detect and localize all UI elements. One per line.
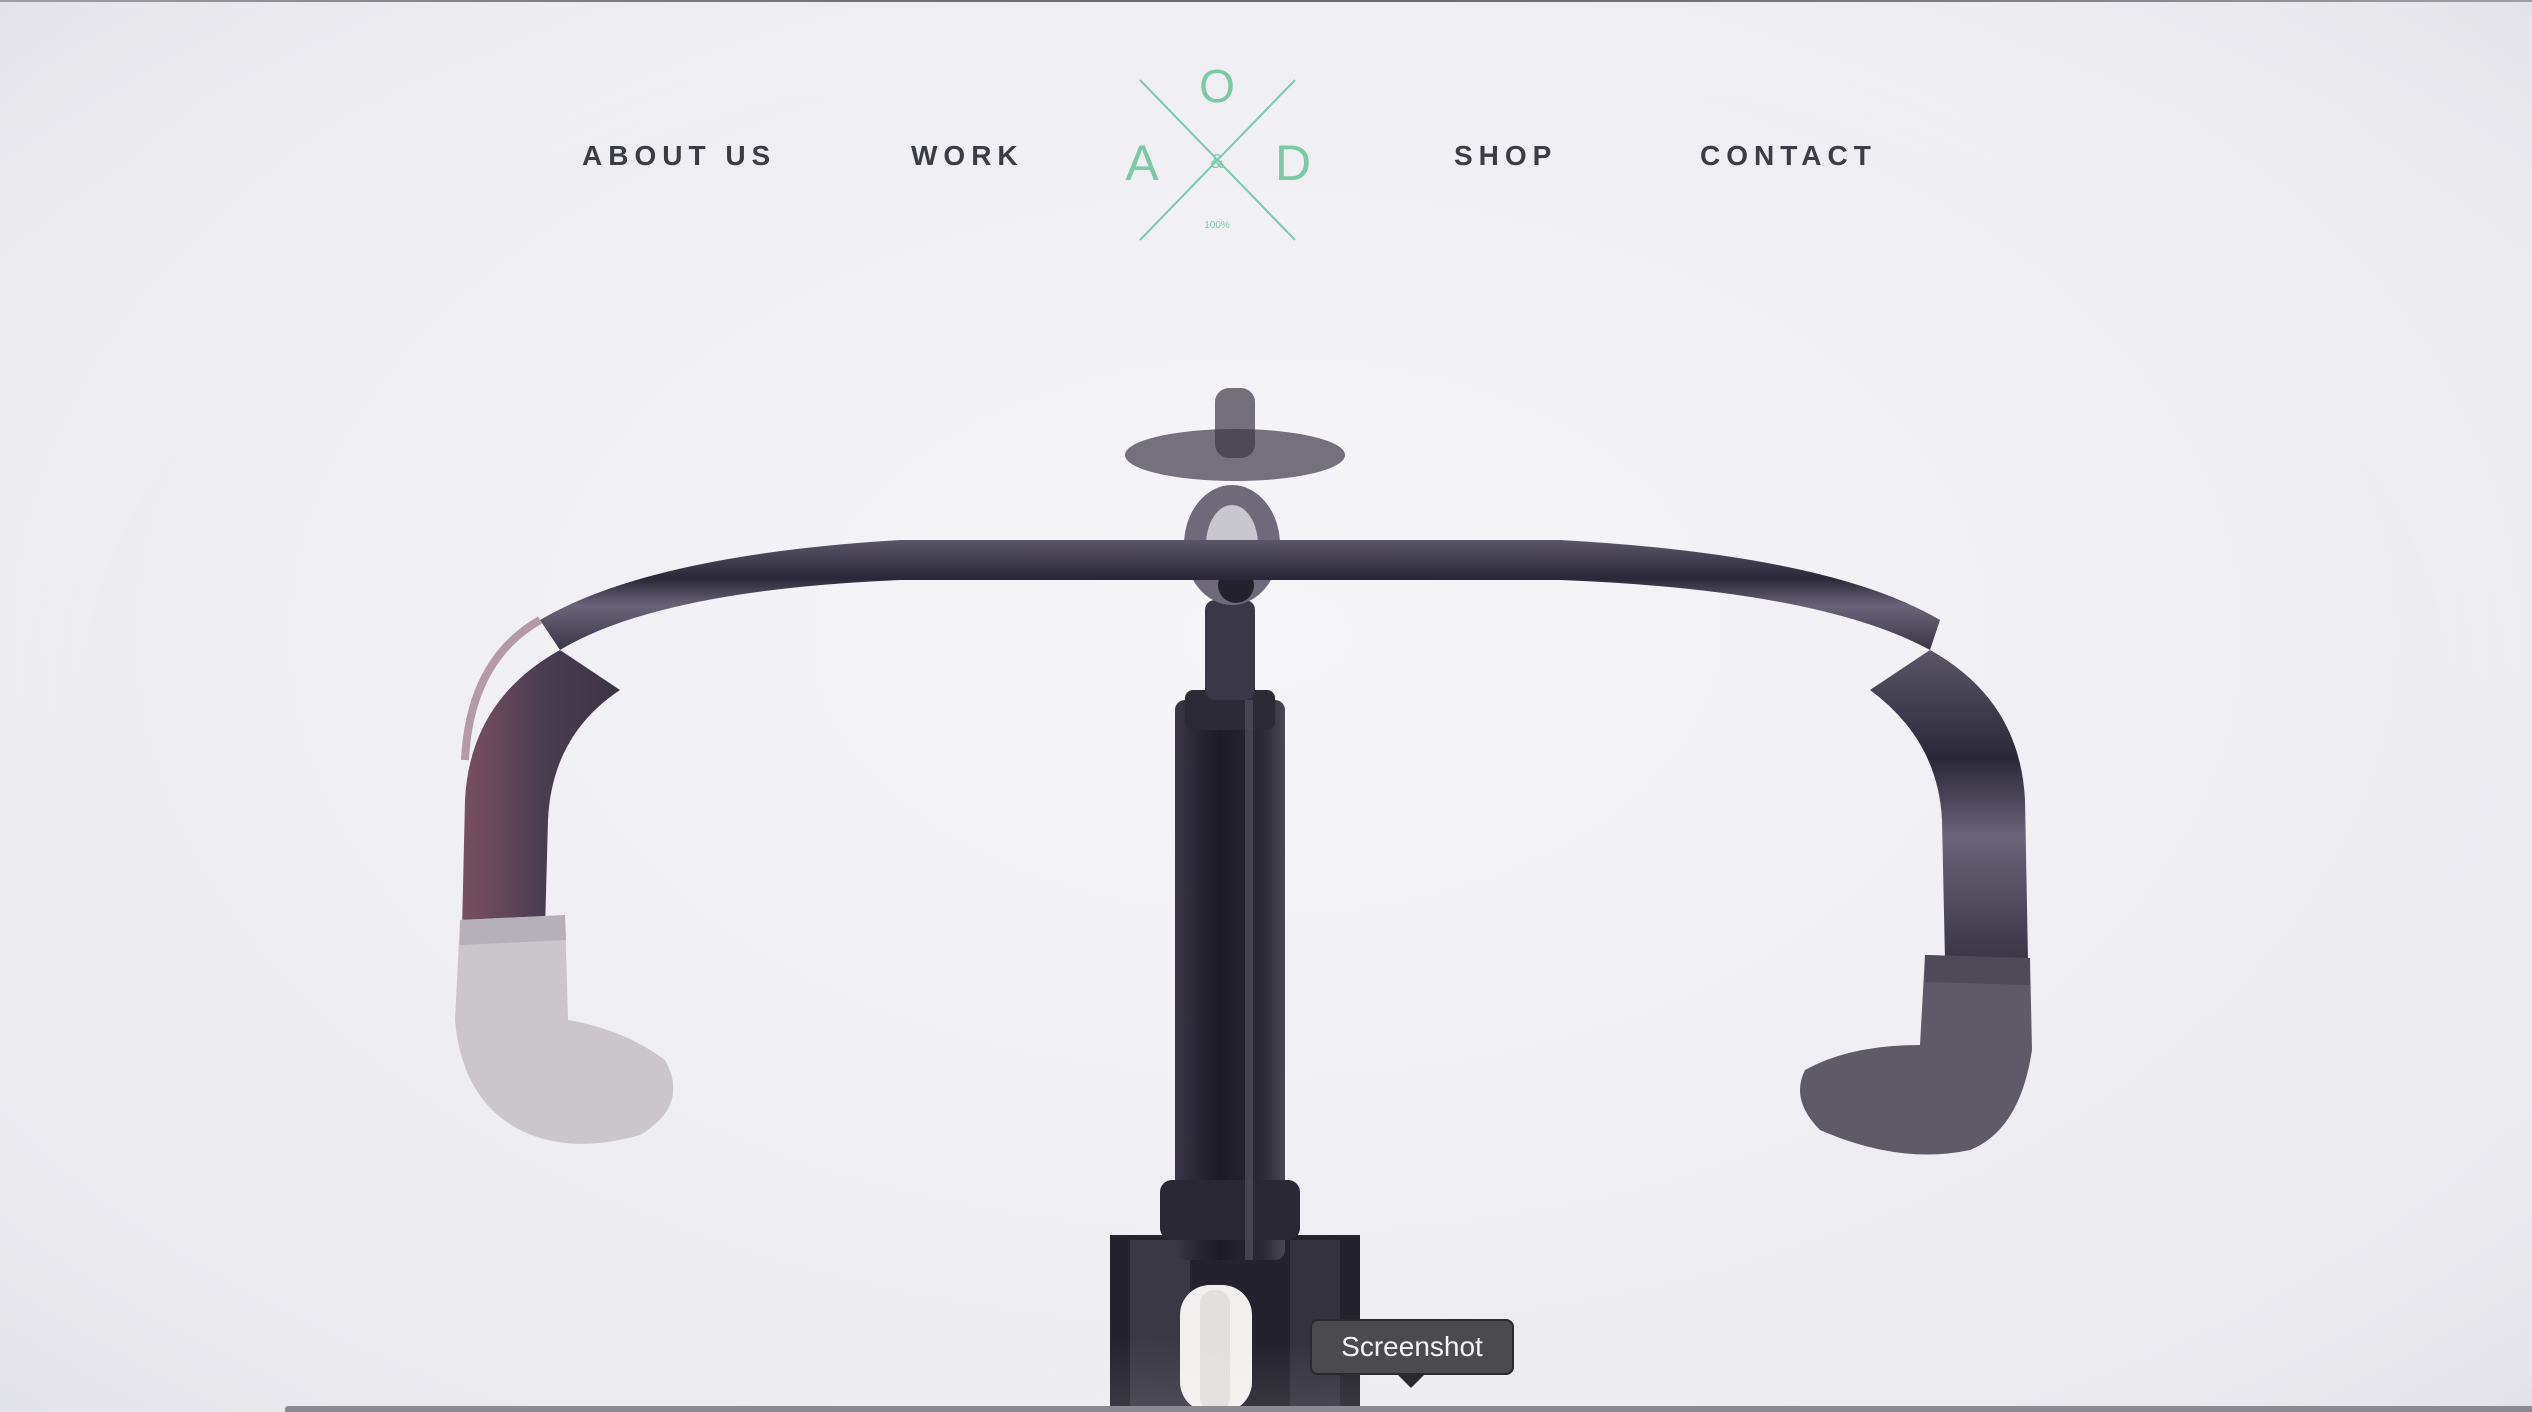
- nav-shop-link[interactable]: SHOP: [1454, 140, 1557, 172]
- nav-work-link[interactable]: WORK: [911, 140, 1024, 172]
- tooltip-arrow: [1397, 1374, 1425, 1388]
- brand-logo[interactable]: O A D & 100%: [1110, 60, 1330, 250]
- page: ABOUT US WORK SHOP CONTACT O A D & 100% …: [0, 0, 2532, 1412]
- logo-cross-icon: O A D & 100%: [1125, 60, 1311, 241]
- logo-letter-d: D: [1275, 135, 1311, 191]
- logo-tagline: 100%: [1204, 220, 1230, 231]
- logo-ampersand: &: [1210, 151, 1224, 173]
- dock-edge: [285, 1406, 2532, 1412]
- logo-letter-o: O: [1199, 60, 1235, 112]
- screenshot-tooltip: Screenshot: [1310, 1319, 1514, 1375]
- nav-about-us-link[interactable]: ABOUT US: [582, 140, 776, 172]
- logo-letter-a: A: [1125, 135, 1159, 191]
- nav-contact-link[interactable]: CONTACT: [1700, 140, 1877, 172]
